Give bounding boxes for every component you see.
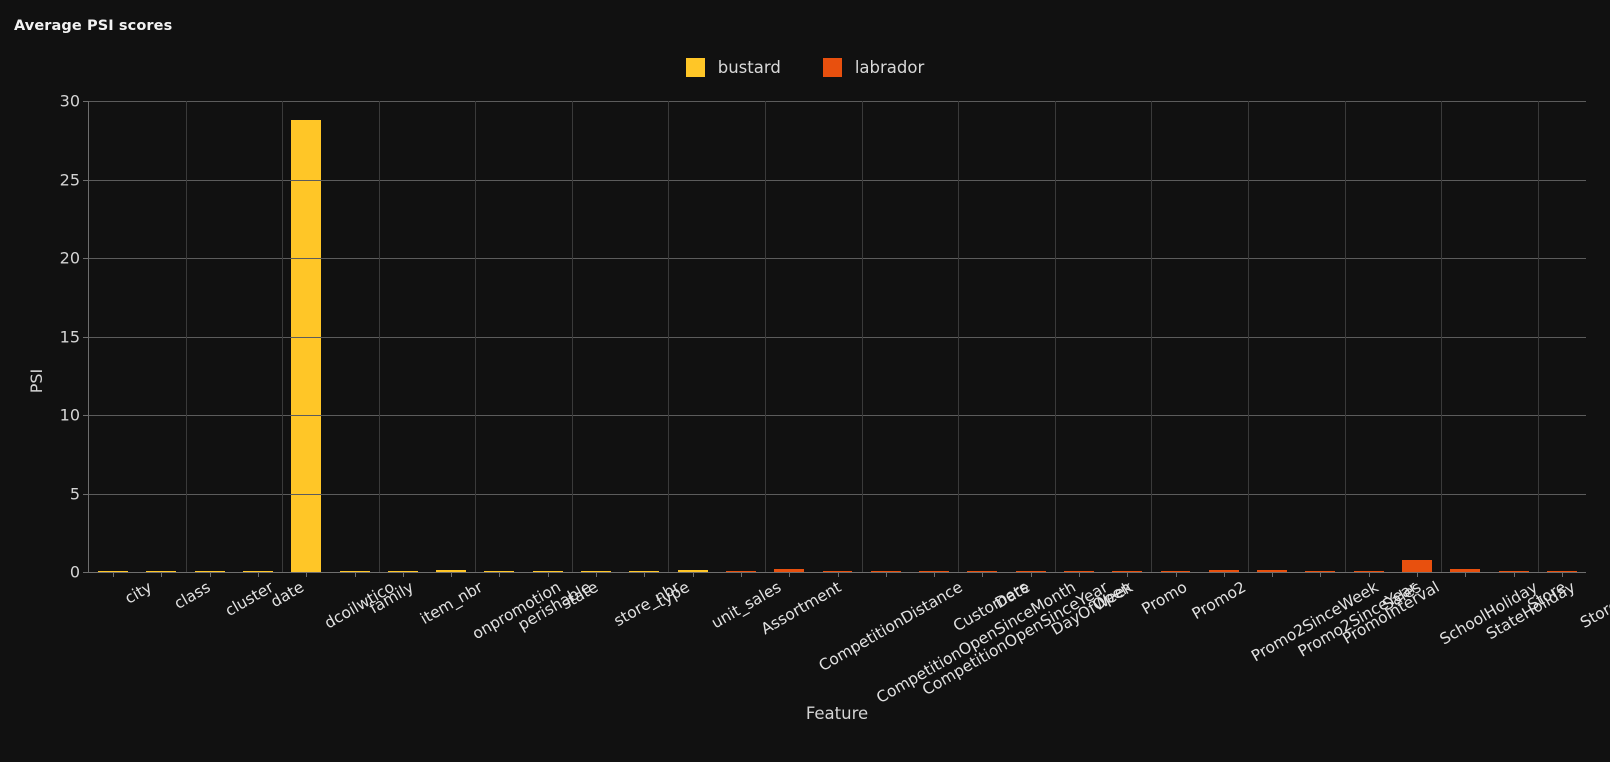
x-gridline bbox=[861, 101, 863, 572]
x-tick-mark bbox=[1368, 572, 1370, 577]
legend-label-bustard: bustard bbox=[717, 58, 781, 77]
y-gridline bbox=[89, 101, 1586, 102]
x-tick-mark bbox=[1416, 572, 1418, 577]
x-tick-label: class bbox=[171, 578, 214, 613]
x-tick-label: Promo2 bbox=[1188, 578, 1249, 624]
x-gridline bbox=[1537, 101, 1539, 572]
x-tick-label: date bbox=[267, 578, 307, 612]
y-gridline bbox=[89, 179, 1586, 181]
x-tick-label: StoreType bbox=[1577, 578, 1610, 632]
chart-title: Average PSI scores bbox=[14, 18, 173, 34]
x-tick-mark bbox=[161, 572, 163, 577]
chart-legend: bustard labrador bbox=[0, 58, 1610, 77]
y-tick-label: 20 bbox=[59, 248, 80, 268]
bar[interactable] bbox=[1402, 560, 1432, 572]
x-gridline bbox=[958, 101, 960, 572]
y-tick-label: 0 bbox=[69, 562, 80, 582]
y-gridline bbox=[89, 336, 1586, 338]
x-gridline bbox=[1054, 101, 1056, 572]
x-tick-mark bbox=[499, 572, 501, 577]
legend-item-labrador[interactable]: labrador bbox=[822, 58, 925, 77]
x-tick-mark bbox=[1078, 572, 1080, 577]
x-tick-mark bbox=[1513, 572, 1515, 577]
x-tick-mark bbox=[596, 572, 598, 577]
legend-item-bustard[interactable]: bustard bbox=[685, 58, 781, 77]
x-tick-mark bbox=[692, 572, 694, 577]
x-tick-mark bbox=[1030, 572, 1032, 577]
x-tick-label: item_nbr bbox=[417, 578, 486, 628]
y-gridline bbox=[89, 415, 1586, 416]
x-tick-mark bbox=[740, 572, 742, 577]
plot-area: 0 5 10 15 20 25 30 bbox=[60, 92, 1586, 582]
x-gridline bbox=[1247, 101, 1249, 572]
y-tick-label: 10 bbox=[59, 405, 80, 425]
legend-swatch-bustard bbox=[685, 58, 705, 77]
y-tick-label: 30 bbox=[59, 91, 80, 111]
x-tick-mark bbox=[934, 572, 936, 577]
legend-label-labrador: labrador bbox=[854, 58, 925, 77]
x-axis-title: Feature bbox=[805, 704, 869, 723]
x-gridline bbox=[475, 101, 477, 572]
x-tick-mark bbox=[547, 572, 549, 577]
y-axis-title: PSI bbox=[26, 368, 46, 394]
x-tick-mark bbox=[644, 572, 646, 577]
x-tick-mark bbox=[1561, 572, 1563, 577]
x-tick-label: cluster bbox=[221, 578, 277, 620]
x-tick-label: city bbox=[121, 578, 156, 608]
x-tick-mark bbox=[306, 572, 308, 577]
x-tick-mark bbox=[837, 572, 839, 577]
x-tick-mark bbox=[1465, 572, 1467, 577]
x-tick-mark bbox=[1320, 572, 1322, 577]
x-gridline bbox=[378, 101, 380, 572]
x-tick-mark bbox=[258, 572, 260, 577]
x-tick-mark bbox=[402, 572, 404, 577]
x-gridline bbox=[1151, 101, 1153, 572]
x-tick-label: type bbox=[653, 578, 693, 611]
x-tick-mark bbox=[113, 572, 115, 577]
x-tick-mark bbox=[451, 572, 453, 577]
x-tick-mark bbox=[1127, 572, 1129, 577]
x-gridline bbox=[571, 101, 573, 572]
y-tick-label: 25 bbox=[59, 170, 80, 189]
x-tick-mark bbox=[1175, 572, 1177, 577]
x-gridline bbox=[1441, 101, 1443, 572]
x-tick-mark bbox=[885, 572, 887, 577]
x-tick-mark bbox=[982, 572, 984, 577]
x-gridline bbox=[185, 101, 187, 572]
x-gridline bbox=[1344, 101, 1346, 572]
x-tick-mark bbox=[354, 572, 356, 577]
legend-swatch-labrador bbox=[822, 58, 842, 77]
bar[interactable] bbox=[291, 119, 322, 572]
x-gridline bbox=[668, 101, 670, 572]
x-gridline bbox=[282, 101, 284, 572]
y-gridline bbox=[89, 493, 1586, 495]
y-gridline bbox=[89, 258, 1586, 259]
chart-root: Average PSI scores bustard labrador PSI … bbox=[0, 0, 1610, 762]
x-tick-label: CompetitionOpenSinceMonth bbox=[872, 578, 1079, 708]
y-tick-label: 5 bbox=[69, 484, 80, 503]
x-gridline bbox=[765, 101, 767, 572]
x-tick-mark bbox=[1223, 572, 1225, 577]
x-tick-mark bbox=[1272, 572, 1274, 577]
y-tick-label: 15 bbox=[59, 327, 80, 346]
x-tick-label: Promo bbox=[1138, 578, 1191, 619]
x-tick-mark bbox=[789, 572, 791, 577]
x-tick-mark bbox=[209, 572, 211, 577]
